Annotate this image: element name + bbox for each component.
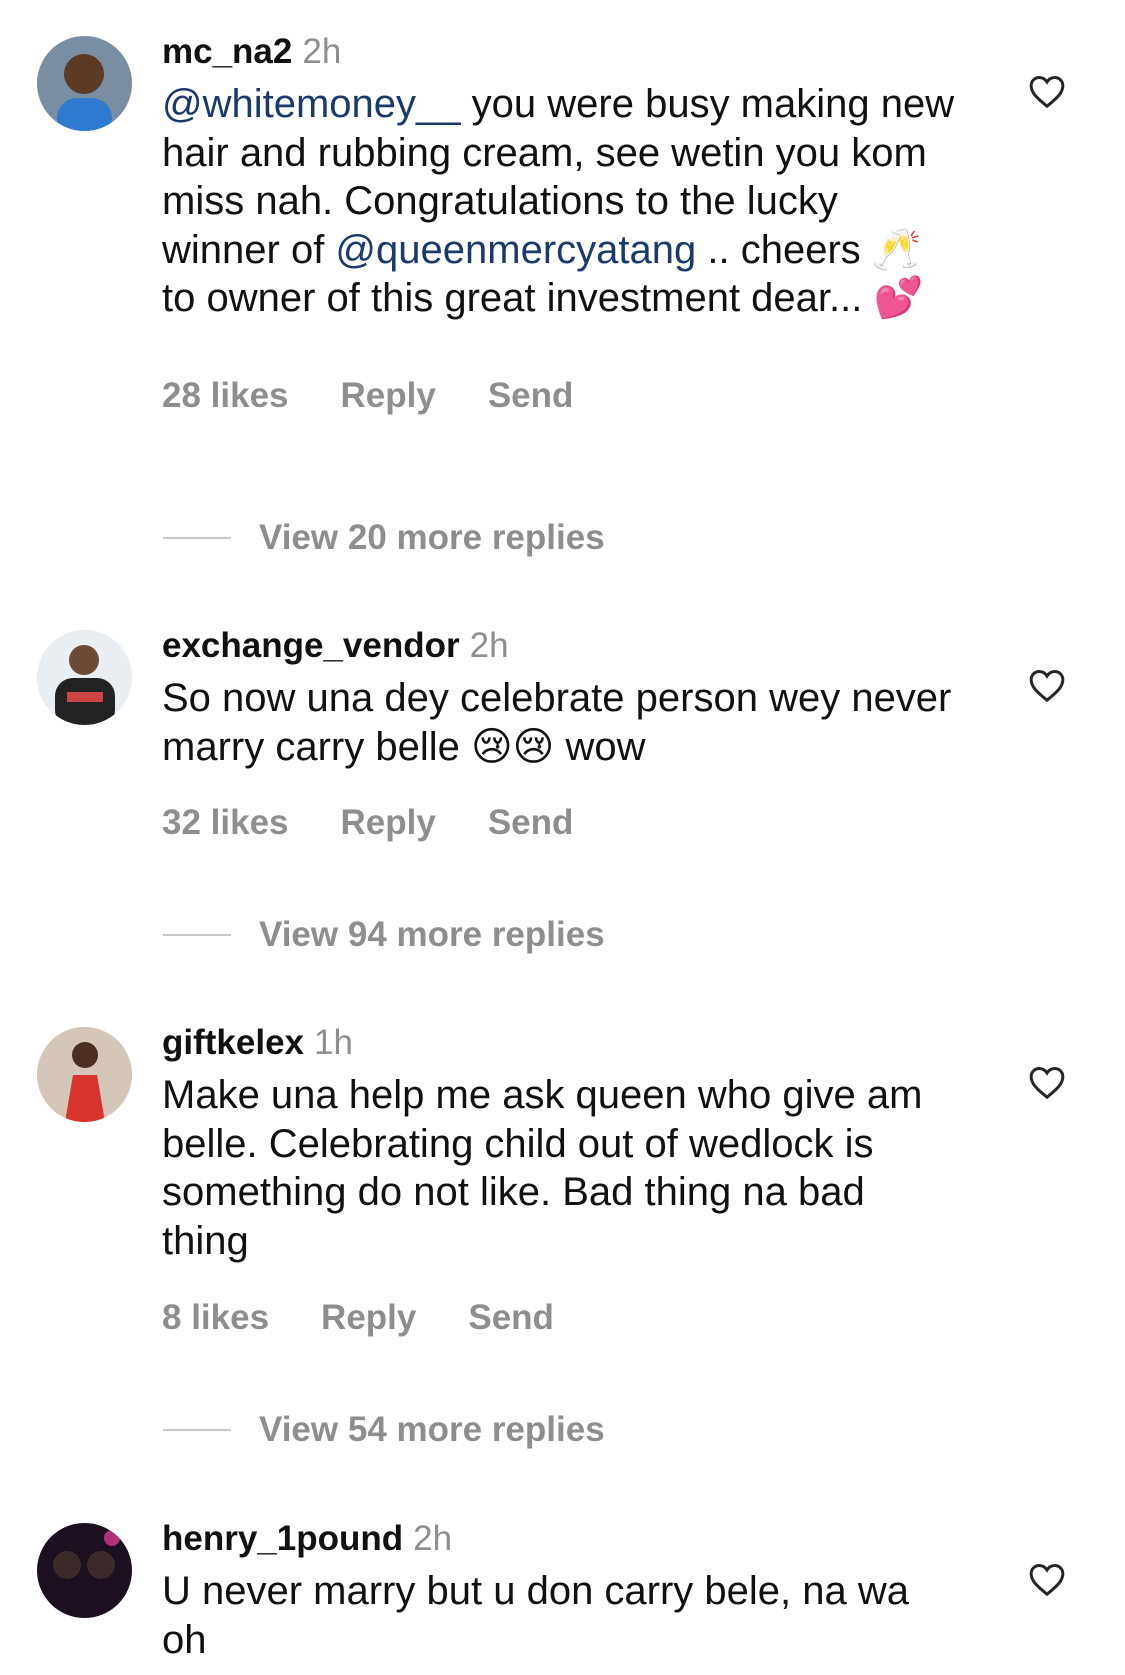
send-button[interactable]: Send [488,803,574,843]
like-heart-icon[interactable] [1027,72,1067,112]
comment-header: exchange_vendor 2h [162,624,962,668]
avatar[interactable] [37,36,132,131]
divider-line [163,1429,231,1431]
view-replies-label: View 20 more replies [259,518,605,557]
comment-text-segment: Make una help me ask queen who give am b… [162,1073,923,1263]
avatar[interactable] [37,1523,132,1618]
username[interactable]: henry_1pound [162,1519,403,1558]
view-more-replies-button[interactable]: View 94 more replies [163,915,605,955]
timestamp: 2h [302,32,342,71]
username[interactable]: exchange_vendor [162,626,460,665]
view-more-replies-button[interactable]: View 54 more replies [163,1410,605,1450]
mention-link[interactable]: @whitemoney__ [162,82,461,126]
comment-text: @whitemoney__ you were busy making new h… [162,80,962,323]
comment-header: mc_na2 2h [162,30,962,74]
likes-count[interactable]: 8 likes [162,1298,269,1338]
comment-text: U never marry but u don carry bele, na w… [162,1567,962,1664]
comment-header: giftkelex 1h [162,1021,962,1065]
like-heart-icon[interactable] [1027,1063,1067,1103]
mention-link[interactable]: @queenmercyatang [335,228,696,272]
avatar[interactable] [37,630,132,725]
timestamp: 2h [413,1519,453,1558]
divider-line [163,537,231,539]
username[interactable]: mc_na2 [162,32,292,71]
likes-count[interactable]: 32 likes [162,803,289,843]
divider-line [163,934,231,936]
like-heart-icon[interactable] [1027,1560,1067,1600]
reply-button[interactable]: Reply [341,803,436,843]
comment-text: So now una dey celebrate person wey neve… [162,674,962,771]
view-more-replies-button[interactable]: View 20 more replies [163,518,605,558]
view-replies-label: View 94 more replies [259,915,605,954]
send-button[interactable]: Send [468,1298,554,1338]
comment-text-segment: So now una dey celebrate person wey neve… [162,676,952,769]
comment-text: Make una help me ask queen who give am b… [162,1071,962,1265]
comment-text-segment: U never marry but u don carry bele, na w… [162,1569,910,1662]
comment-header: henry_1pound 2h [162,1517,962,1561]
send-button[interactable]: Send [488,376,574,416]
comment-actions: 28 likes Reply Send [162,376,573,416]
like-heart-icon[interactable] [1027,666,1067,706]
likes-count[interactable]: 28 likes [162,376,289,416]
reply-button[interactable]: Reply [321,1298,416,1338]
comment-actions: 8 likes Reply Send [162,1298,554,1338]
reply-button[interactable]: Reply [341,376,436,416]
username[interactable]: giftkelex [162,1023,304,1062]
comment-actions: 32 likes Reply Send [162,803,573,843]
avatar[interactable] [37,1027,132,1122]
view-replies-label: View 54 more replies [259,1410,605,1449]
timestamp: 2h [469,626,509,665]
timestamp: 1h [314,1023,353,1062]
